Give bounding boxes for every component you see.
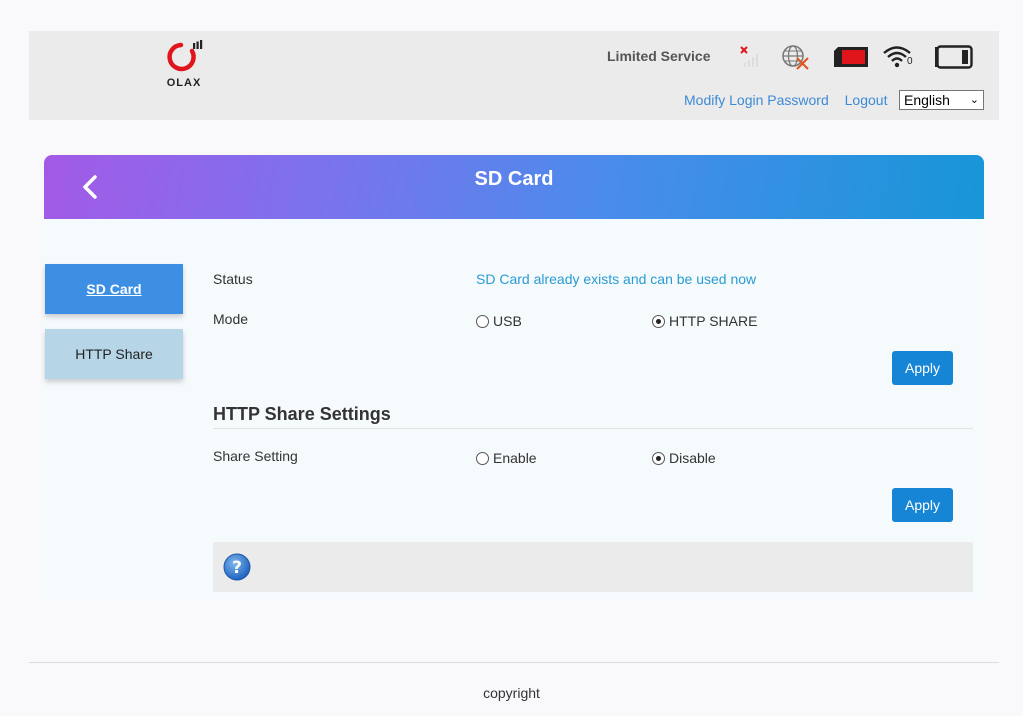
modify-password-link[interactable]: Modify Login Password [684,92,829,108]
language-select[interactable]: English ⌄ [899,90,984,110]
copyright: copyright [483,685,540,701]
radio-circle-icon [476,451,489,465]
logo-text: OLAX [166,77,202,89]
battery-icon [934,45,976,74]
olax-logo: OLAX [162,39,206,91]
language-selected: English [904,92,950,108]
sd-card-panel: SD Card SD Card HTTP Share Status SD Car… [44,155,984,600]
mode-usb-label: USB [493,313,522,329]
logout-link[interactable]: Logout [845,92,888,108]
radio-circle-icon [476,314,489,328]
network-status: Limited Service [607,48,711,64]
share-disable-radio[interactable]: Disable [652,450,716,466]
wifi-icon: 0 [882,44,916,75]
sim-card-icon [833,45,871,74]
radio-checked-icon [652,314,665,328]
radio-checked-icon [652,451,665,465]
sidebar-item-http-share[interactable]: HTTP Share [45,329,183,379]
share-setting-label: Share Setting [213,448,298,464]
share-disable-label: Disable [669,450,716,466]
share-enable-label: Enable [493,450,537,466]
signal-icon [739,45,763,74]
top-bar: OLAX Limited Service 0 Modify Login Pass… [29,31,999,120]
top-links: Modify Login Password Logout [684,92,899,108]
http-share-section-title: HTTP Share Settings [213,404,973,429]
apply-mode-button[interactable]: Apply [892,351,953,385]
sidebar: SD Card HTTP Share [45,264,183,379]
footer-divider [29,662,999,663]
status-label: Status [213,271,253,287]
question-icon[interactable]: ? [223,553,251,581]
apply-share-button[interactable]: Apply [892,488,953,522]
page-title: SD Card [474,168,554,190]
status-value: SD Card already exists and can be used n… [476,271,757,287]
page-header: SD Card [44,155,984,219]
help-box: ? [213,542,973,592]
wifi-client-count: 0 [907,56,913,67]
globe-disconnected-icon [781,44,811,75]
chevron-down-icon: ⌄ [969,94,979,106]
sidebar-item-sd-card[interactable]: SD Card [45,264,183,314]
mode-http-share-label: HTTP SHARE [669,313,758,329]
share-enable-radio[interactable]: Enable [476,450,537,466]
mode-http-share-radio[interactable]: HTTP SHARE [652,313,757,329]
mode-label: Mode [213,311,249,327]
mode-usb-radio[interactable]: USB [476,313,522,329]
svg-text:?: ? [232,558,242,578]
logo-icon [167,40,203,72]
